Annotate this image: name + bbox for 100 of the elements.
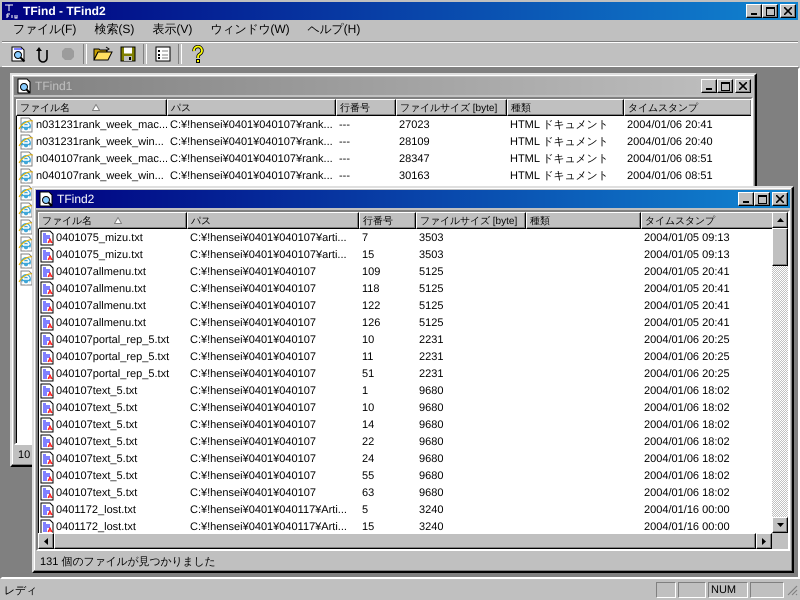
file-name: 040107text_5.txt [56,418,138,430]
table-cell: 2004/01/05 20:41 [644,316,730,328]
file-name: 0401172_lost.txt [56,520,136,532]
table-cell: C:¥!hensei¥0401¥040107 [190,402,316,414]
web-page-icon [18,116,34,132]
maximize-button[interactable] [762,4,778,18]
sort-icon [114,217,122,224]
table-cell: 22 [362,436,374,448]
table-cell: C:¥!hensei¥0401¥040107¥rank... [170,136,333,148]
table-cell: 3240 [419,504,444,516]
table-cell: --- [339,118,350,130]
column-header[interactable]: ファイル名 [16,99,167,116]
column-header[interactable]: ファイルサイズ [byte] [396,99,507,116]
resize-grip-icon [786,584,798,596]
app-icon [16,78,32,94]
menu-item[interactable]: 表示(V) [143,19,202,40]
column-header[interactable]: ファイル名 [38,212,187,229]
table-cell: C:¥!hensei¥0401¥040107 [190,368,316,380]
text-file-icon [40,298,54,314]
table-cell: 24 [362,452,374,464]
menu-item[interactable]: ファイル(F) [4,19,86,40]
column-header[interactable]: パス [187,212,359,229]
maximize-icon [758,194,766,204]
minimize-button[interactable] [738,192,754,206]
web-page-icon [18,134,34,150]
table-cell: 2004/01/06 08:51 [627,152,713,164]
table-cell: 5125 [419,266,444,278]
column-header[interactable]: タイムスタンプ [641,212,772,229]
table-cell: C:¥!hensei¥0401¥040107¥rank... [170,170,333,182]
table-cell: HTML ドキュメント [510,170,609,182]
table-cell: 9680 [419,402,444,414]
scroll-down-button[interactable] [772,517,788,533]
text-file-icon [40,264,54,280]
table-cell: C:¥!hensei¥0401¥040107 [190,300,316,312]
status-text: 131 個のファイルが見つかりました [40,554,216,568]
close-button[interactable] [780,4,796,18]
down-arrow-icon [776,523,784,527]
column-header[interactable]: 種類 [526,212,641,229]
table-cell: C:¥!hensei¥0401¥040107¥arti... [190,248,347,260]
file-name: 040107text_5.txt [56,384,138,396]
table-cell: 2231 [419,368,444,380]
table-cell: HTML ドキュメント [510,119,609,131]
table-cell: 2004/01/16 00:00 [644,504,730,516]
close-button[interactable] [772,192,788,206]
scroll-up-button[interactable] [772,212,788,228]
file-name: 040107allmenu.txt [56,266,146,278]
status-text: レディ [4,584,38,598]
column-header[interactable]: タイムスタンプ [624,99,751,116]
table-cell: 63 [362,486,374,498]
minimize-button[interactable] [746,4,762,18]
file-name: 0401172_lost.txt [56,504,136,516]
table-cell: C:¥!hensei¥0401¥040117¥Arti... [190,504,347,516]
web-page-icon [18,218,34,234]
scroll-thumb[interactable] [772,228,788,266]
column-header[interactable]: 種類 [507,99,624,116]
maximize-button[interactable] [754,192,770,206]
table-cell: 2004/01/06 08:51 [627,170,713,182]
file-name: 040107allmenu.txt [56,282,146,294]
column-header[interactable]: ファイルサイズ [byte] [416,212,526,229]
right-arrow-icon [762,538,766,544]
table-cell: 9680 [419,452,444,464]
table-cell: 2004/01/06 18:02 [644,452,730,464]
file-name: 040107portal_rep_5.txt [56,350,170,362]
file-name: 040107text_5.txt [56,436,138,448]
folder-icon [92,46,112,62]
table-cell: 2004/01/06 18:02 [644,436,730,448]
text-file-icon [40,314,54,330]
file-name: 040107text_5.txt [56,402,138,414]
column-header[interactable]: 行番号 [336,99,396,116]
file-name: n040107rank_week_win... [36,170,164,182]
table-cell: C:¥!hensei¥0401¥040107 [190,282,316,294]
menu-item[interactable]: 検索(S) [85,19,144,40]
status-panel [656,582,676,598]
scrollbar-corner [772,533,788,549]
table-cell: C:¥!hensei¥0401¥040117¥Arti... [190,520,347,532]
column-header[interactable]: 行番号 [359,212,416,229]
table-cell: 2004/01/06 20:41 [627,118,713,130]
scroll-left-button[interactable] [38,533,54,549]
table-cell: 2004/01/06 18:02 [644,402,730,414]
status-panel [750,582,784,598]
table-cell: 2231 [419,350,444,362]
table-cell: C:¥!hensei¥0401¥040107 [190,334,316,346]
web-page-icon [18,184,34,200]
web-page-icon [18,168,34,184]
menu-item[interactable]: ヘルプ(H) [298,19,370,40]
table-cell: 9680 [419,436,444,448]
menu-item[interactable]: ウィンドウ(W) [201,19,299,40]
column-header[interactable]: パス [167,99,336,116]
table-cell: 27023 [399,118,430,130]
scroll-right-button[interactable] [756,533,772,549]
text-file-icon [40,518,54,533]
window-title: TFind - TFind2 [23,4,107,18]
status-panel: NUM [708,582,748,598]
table-cell: 2004/01/05 09:13 [644,232,730,244]
save-icon [120,46,136,62]
file-name: 040107text_5.txt [56,470,138,482]
table-cell: 2004/01/06 18:02 [644,418,730,430]
table-cell: 118 [362,282,380,294]
child-window-title: TFind1 [35,79,74,93]
table-cell: C:¥!hensei¥0401¥040107 [190,384,316,396]
